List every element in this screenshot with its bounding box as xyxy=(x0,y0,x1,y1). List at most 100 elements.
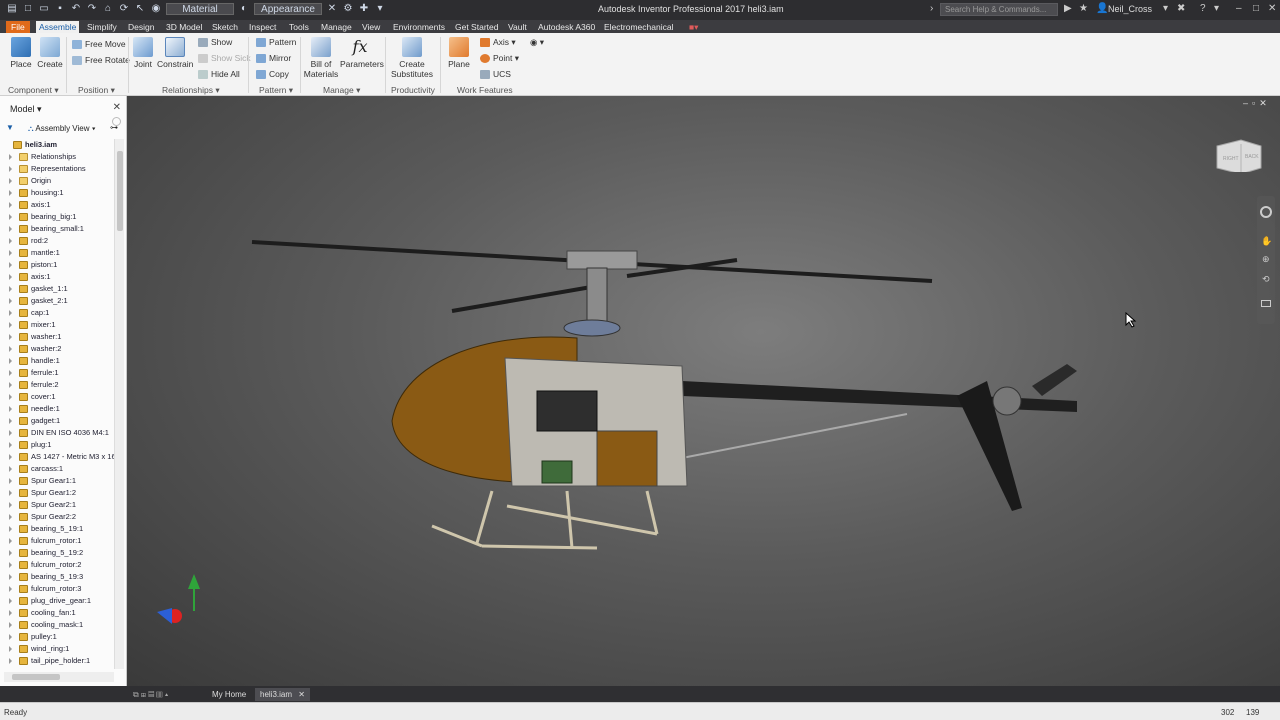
expand-icon[interactable] xyxy=(9,274,12,280)
home-icon[interactable]: ⌂ xyxy=(102,3,114,15)
tab-file[interactable]: File xyxy=(6,21,30,33)
properties-icon[interactable]: ◉ xyxy=(150,3,162,15)
pattern-button[interactable]: Pattern xyxy=(256,37,296,48)
expand-icon[interactable] xyxy=(9,466,12,472)
tree-node[interactable]: bearing_big:1 xyxy=(0,211,114,223)
tree-node[interactable]: gasket_1:1 xyxy=(0,283,114,295)
app-menu-icon[interactable]: ▤ xyxy=(6,3,18,15)
tree-node[interactable]: cover:1 xyxy=(0,391,114,403)
assembly-view-dropdown[interactable]: ⛬ Assembly View ▾ xyxy=(28,124,96,134)
tree-node[interactable]: pulley:1 xyxy=(0,631,114,643)
expand-icon[interactable] xyxy=(9,430,12,436)
tree-node[interactable]: mixer:1 xyxy=(0,319,114,331)
hide-all-button[interactable]: Hide All xyxy=(198,69,240,80)
ucs-button[interactable]: UCS xyxy=(480,69,511,80)
panel-relationships[interactable]: Relationships ▾ xyxy=(162,85,220,96)
tab-vault[interactable]: Vault xyxy=(505,21,530,33)
parameters-button[interactable]: fx Parameters xyxy=(340,37,384,69)
tree-node[interactable]: carcass:1 xyxy=(0,463,114,475)
axis-button[interactable]: Axis ▾ xyxy=(480,37,516,48)
appearance-icon[interactable]: ◐ xyxy=(238,3,250,15)
tree-node[interactable]: tail_pipe_holder:1 xyxy=(0,655,114,667)
free-rotate-button[interactable]: Free Rotate xyxy=(72,55,130,66)
panel-manage[interactable]: Manage ▾ xyxy=(323,85,360,96)
bill-of-materials-button[interactable]: Bill of Materials xyxy=(303,37,339,79)
expand-icon[interactable] xyxy=(9,178,12,184)
close-tab-icon[interactable]: ✕ xyxy=(298,690,305,699)
helicopter-model[interactable] xyxy=(127,96,1280,686)
expand-icon[interactable] xyxy=(9,262,12,268)
expand-icon[interactable] xyxy=(9,202,12,208)
place-button[interactable]: Place xyxy=(7,37,35,69)
close-window-icon[interactable]: ✕ xyxy=(1268,3,1276,14)
tree-node[interactable]: bearing_5_19:2 xyxy=(0,547,114,559)
tree-node[interactable]: Spur Gear1:1 xyxy=(0,475,114,487)
save-icon[interactable]: ▪ xyxy=(54,3,66,15)
tab-manage[interactable]: Manage xyxy=(318,21,355,33)
expand-icon[interactable] xyxy=(9,382,12,388)
tab-get-started[interactable]: Get Started xyxy=(452,21,501,33)
tree-node[interactable]: cap:1 xyxy=(0,307,114,319)
expand-icon[interactable] xyxy=(9,250,12,256)
search-input[interactable]: Search Help & Commands... xyxy=(940,3,1058,16)
expand-icon[interactable] xyxy=(9,562,12,568)
minimize-icon[interactable]: – xyxy=(1236,3,1242,14)
tree-node[interactable]: mantle:1 xyxy=(0,247,114,259)
filter-icon[interactable]: ▼ xyxy=(6,123,14,132)
ribbon-extra-dropdown[interactable]: ◉ ▾ xyxy=(530,37,544,48)
star-icon[interactable]: ★ xyxy=(1079,3,1088,14)
adjust-icon[interactable]: ⚙ xyxy=(342,3,354,15)
point-button[interactable]: Point ▾ xyxy=(480,53,519,64)
tree-horizontal-scrollbar[interactable] xyxy=(4,672,114,682)
tree-node[interactable]: ferrule:2 xyxy=(0,379,114,391)
tree-node[interactable]: rod:2 xyxy=(0,235,114,247)
viewcube-back-face[interactable]: BACK xyxy=(1245,154,1259,160)
tab-electromechanical[interactable]: Electromechanical xyxy=(601,21,676,33)
expand-icon[interactable] xyxy=(9,226,12,232)
expand-icon[interactable] xyxy=(9,490,12,496)
copy-button[interactable]: Copy xyxy=(256,69,289,80)
panel-component[interactable]: Component ▾ xyxy=(8,85,59,96)
graphics-viewport[interactable]: –▫✕ RIGHT BACK ✋ ⊕ ⟲ xyxy=(127,96,1280,686)
ribbon-toggle-icon[interactable]: ■▾ xyxy=(686,21,701,33)
tree-node[interactable]: ferrule:1 xyxy=(0,367,114,379)
tree-node[interactable]: Spur Gear2:2 xyxy=(0,511,114,523)
create-substitutes-button[interactable]: Create Substitutes xyxy=(390,37,434,79)
viewcube-right-face[interactable]: RIGHT xyxy=(1223,156,1239,162)
tree-node[interactable]: Spur Gear2:1 xyxy=(0,499,114,511)
expand-icon[interactable] xyxy=(9,598,12,604)
tree-node[interactable]: cooling_fan:1 xyxy=(0,607,114,619)
user-name[interactable]: Neil_Cross xyxy=(1108,4,1152,14)
create-button[interactable]: Create xyxy=(36,37,64,69)
help-icon[interactable]: ? xyxy=(1200,3,1206,14)
tree-node[interactable]: bearing_5_19:1 xyxy=(0,523,114,535)
expand-icon[interactable] xyxy=(9,478,12,484)
tree-node[interactable]: bearing_small:1 xyxy=(0,223,114,235)
tree-node[interactable]: handle:1 xyxy=(0,355,114,367)
tree-node[interactable]: plug:1 xyxy=(0,439,114,451)
tree-node[interactable]: needle:1 xyxy=(0,403,114,415)
tree-node[interactable]: AS 1427 - Metric M3 x 16 xyxy=(0,451,114,463)
tree-vertical-scrollbar[interactable] xyxy=(114,139,124,669)
help-dropdown-icon[interactable]: ▾ xyxy=(1214,3,1219,14)
tree-node[interactable]: fulcrum_rotor:1 xyxy=(0,535,114,547)
expand-icon[interactable] xyxy=(9,622,12,628)
user-icon[interactable]: 👤 xyxy=(1096,3,1108,14)
tab-environments[interactable]: Environments xyxy=(390,21,448,33)
mirror-button[interactable]: Mirror xyxy=(256,53,291,64)
browser-title[interactable]: Model ▾ xyxy=(10,104,42,115)
tree-node[interactable]: Spur Gear1:2 xyxy=(0,487,114,499)
expand-icon[interactable] xyxy=(9,586,12,592)
new-icon[interactable]: □ xyxy=(22,3,34,15)
tab-design[interactable]: Design xyxy=(125,21,157,33)
tree-node[interactable]: Representations xyxy=(0,163,114,175)
tree-node[interactable]: gasket_2:1 xyxy=(0,295,114,307)
expand-icon[interactable] xyxy=(9,166,12,172)
tree-node[interactable]: housing:1 xyxy=(0,187,114,199)
tab-3d-model[interactable]: 3D Model xyxy=(163,21,205,33)
tree-node[interactable]: plug_drive_gear:1 xyxy=(0,595,114,607)
expand-icon[interactable] xyxy=(9,658,12,664)
tab-sketch[interactable]: Sketch xyxy=(209,21,241,33)
expand-icon[interactable] xyxy=(9,646,12,652)
expand-icon[interactable] xyxy=(9,334,12,340)
